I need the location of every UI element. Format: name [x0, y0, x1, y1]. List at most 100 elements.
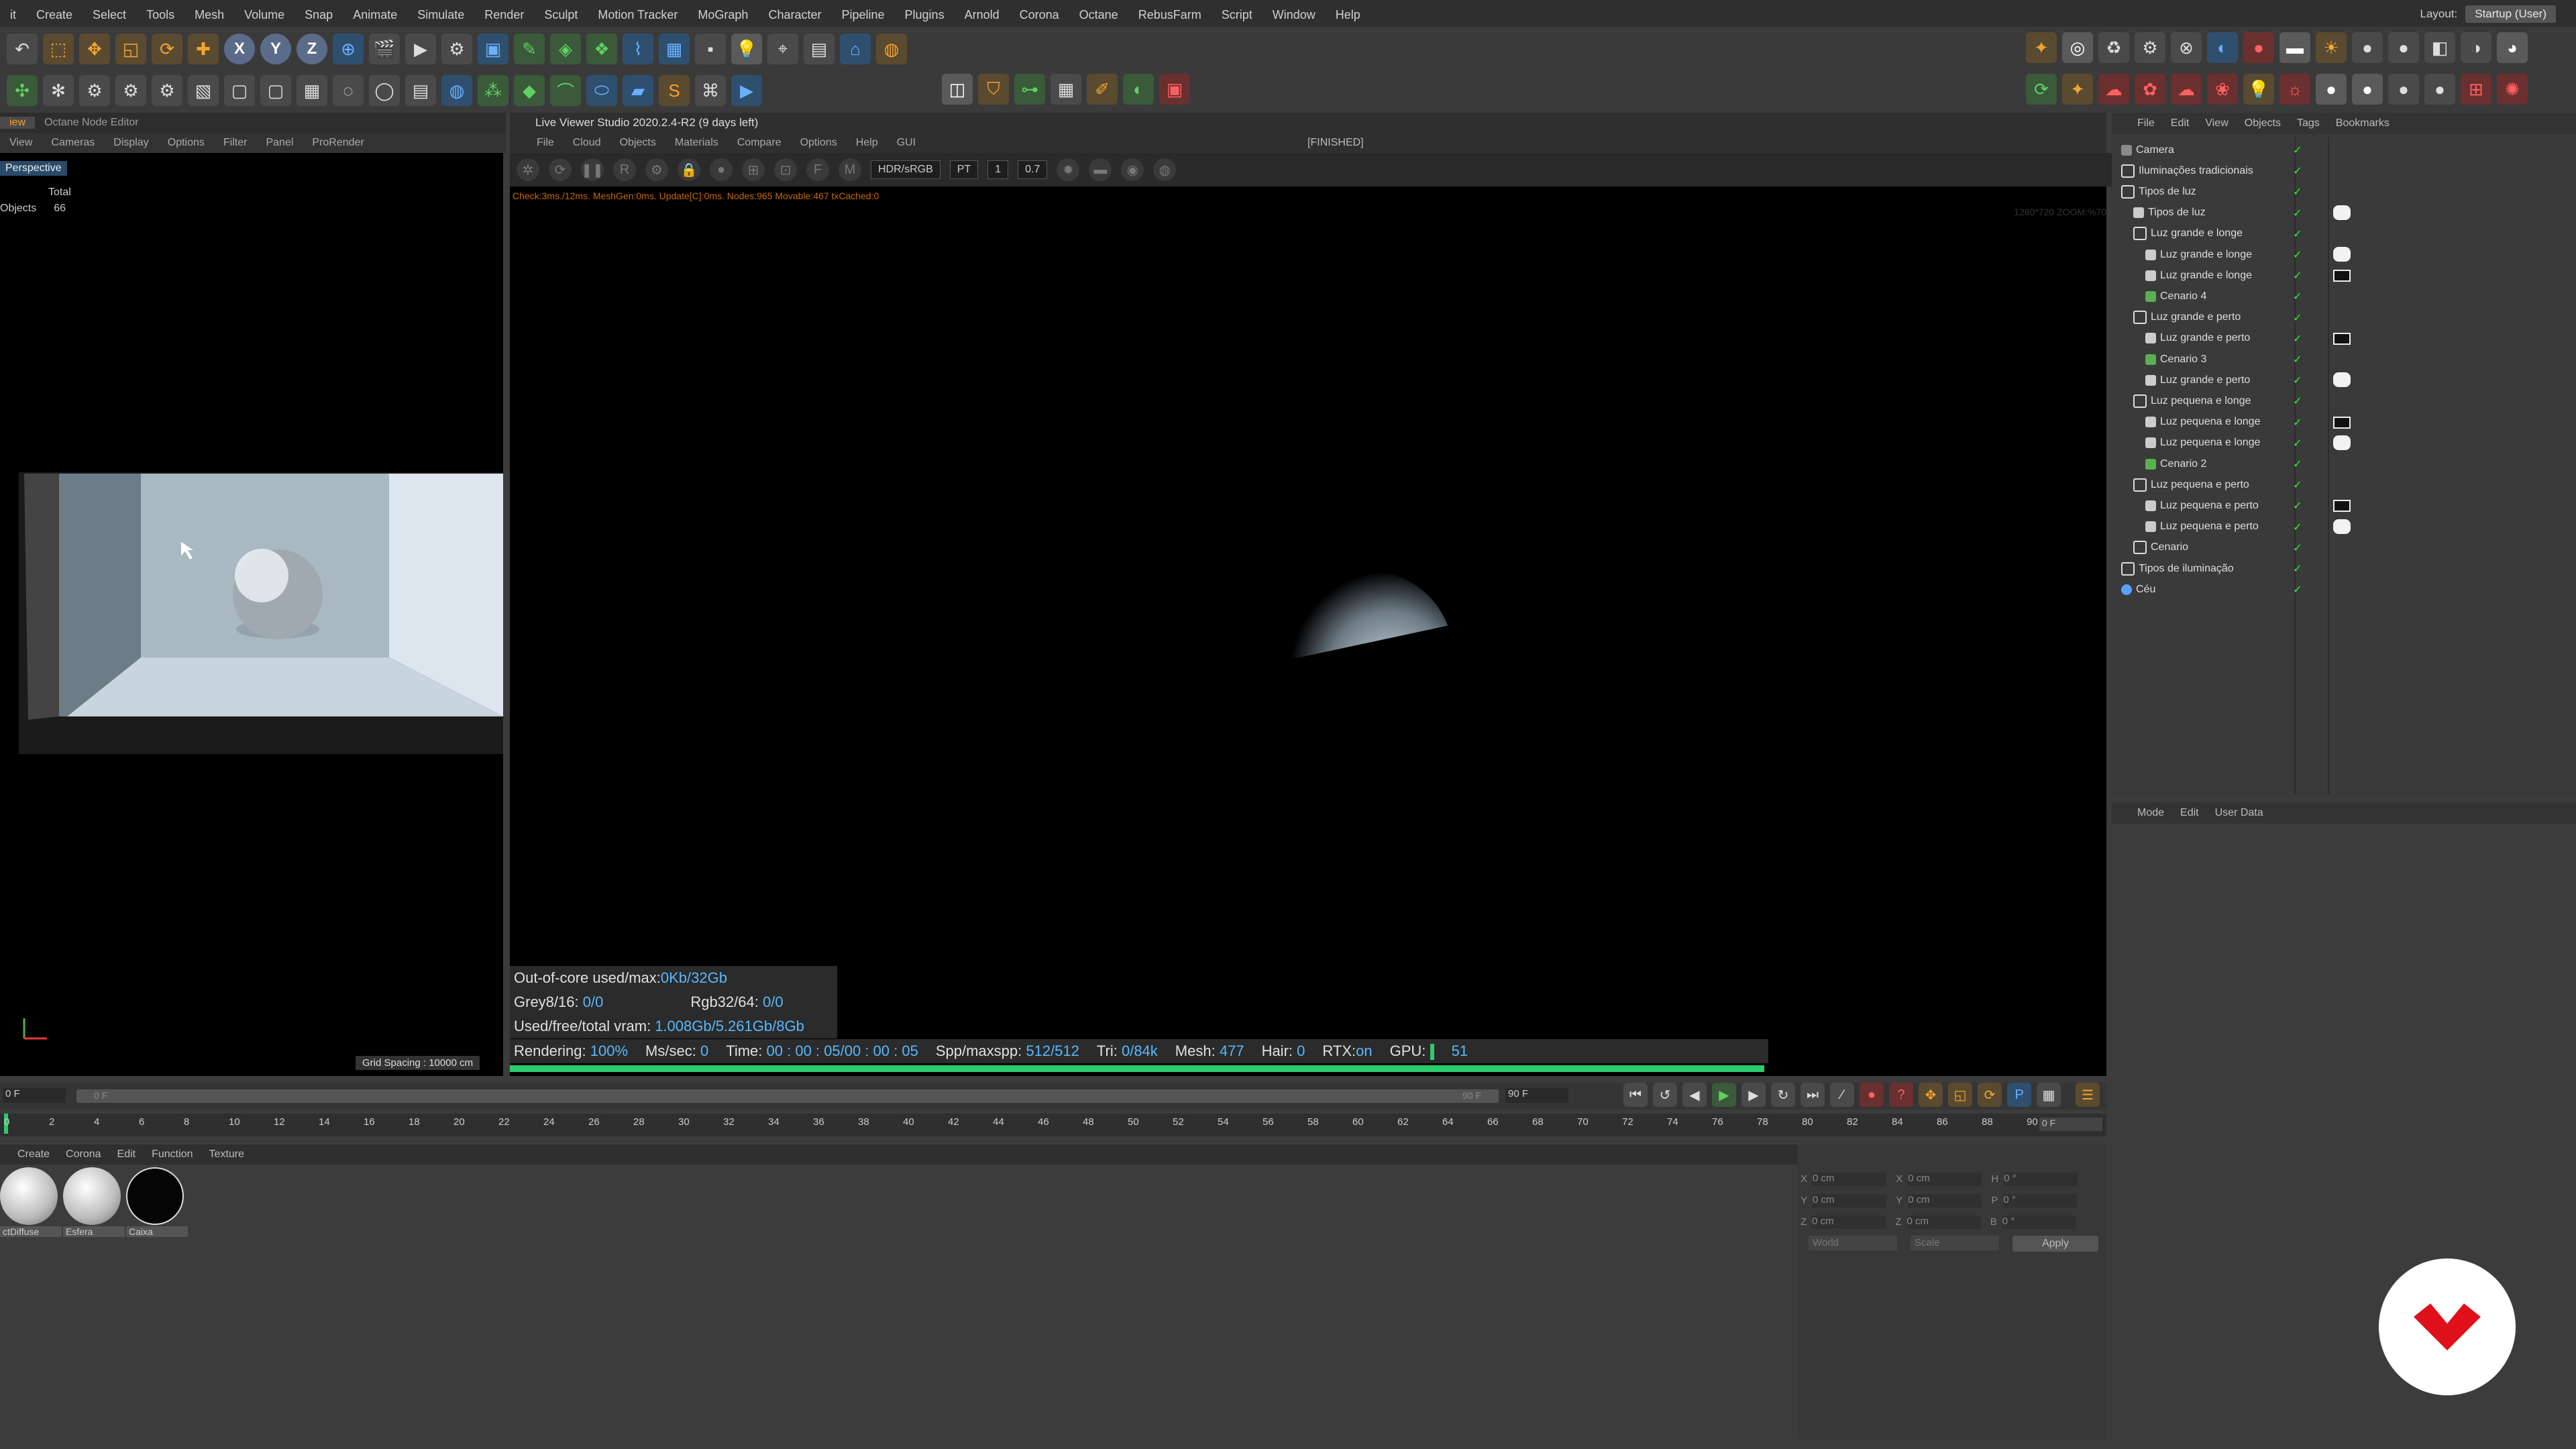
light-tag-icon[interactable]	[2333, 500, 2351, 513]
om-menu-file[interactable]: File	[2112, 117, 2163, 129]
sun-icon[interactable]: ☀	[2316, 32, 2347, 63]
key-scale-icon[interactable]: ◱	[1948, 1083, 1972, 1107]
menu-arnold[interactable]: Arnold	[955, 8, 1010, 22]
object-name[interactable]: Luz grande e longe	[2160, 249, 2252, 261]
glossy-sphere-icon[interactable]: ●	[2388, 32, 2419, 63]
key-move-icon[interactable]: ✥	[1919, 1083, 1943, 1107]
menu-rebusfarm[interactable]: RebusFarm	[1128, 8, 1212, 22]
camera-icon[interactable]: ▪	[695, 34, 726, 64]
material-tag-icon[interactable]	[2333, 247, 2351, 262]
render-settings-icon[interactable]: ⚙	[441, 34, 472, 64]
flower-icon[interactable]: ✿	[2135, 74, 2165, 105]
perspective-viewport[interactable]	[0, 153, 503, 1076]
object-name[interactable]: Cenario 2	[2160, 458, 2206, 470]
autokey-icon[interactable]: ?	[1889, 1083, 1913, 1107]
coord-position-field[interactable]: 0 cm	[1813, 1173, 1887, 1186]
frame-icon[interactable]: ▣	[1159, 74, 1190, 105]
pen-icon[interactable]: ✎	[514, 34, 545, 64]
colorspace-select[interactable]: HDR/sRGB	[871, 160, 941, 179]
start-frame-field[interactable]: 0 F	[3, 1088, 66, 1103]
end-frame-field[interactable]: 90 F	[1505, 1088, 1568, 1103]
menu-animate[interactable]: Animate	[343, 8, 407, 22]
refresh-icon[interactable]: ⟳	[2026, 74, 2057, 105]
menu-volume[interactable]: Volume	[234, 8, 294, 22]
model-mode-icon[interactable]: ⚙	[79, 75, 110, 106]
grey-ball-icon[interactable]: ●	[2352, 74, 2383, 105]
checker-icon[interactable]: ◧	[2424, 32, 2455, 63]
network-icon[interactable]: ⊞	[2461, 74, 2491, 105]
menu-create[interactable]: Create	[26, 8, 83, 22]
next-key-icon[interactable]: ↻	[1771, 1083, 1795, 1107]
dark-ball-icon[interactable]: ●	[2388, 74, 2419, 105]
ribbon-icon[interactable]: ▰	[623, 75, 653, 106]
coord-rotation-field[interactable]: 0 °	[2003, 1194, 2078, 1208]
region-icon[interactable]: ⊞	[742, 158, 765, 181]
spline-tool-icon[interactable]: ⌒	[550, 75, 581, 106]
object-name[interactable]: Tipos de iluminação	[2139, 563, 2234, 575]
prev-frame-icon[interactable]: ◀	[1682, 1083, 1707, 1107]
restart-icon[interactable]: ⟳	[549, 158, 572, 181]
om-menu-edit[interactable]: Edit	[2163, 117, 2198, 129]
lv-menu-objects[interactable]: Objects	[610, 137, 665, 149]
menu-item[interactable]: it	[0, 8, 26, 22]
split-view-icon[interactable]: ◫	[942, 74, 973, 105]
object-name[interactable]: Iluminações tradicionais	[2139, 165, 2253, 177]
sun2-icon[interactable]: ☼	[2279, 74, 2310, 105]
key-rotate-icon[interactable]: ⟳	[1978, 1083, 2002, 1107]
menu-snap[interactable]: Snap	[294, 8, 343, 22]
tab-view[interactable]: iew	[0, 117, 36, 129]
group-icon[interactable]: ❀	[2207, 74, 2238, 105]
visibility-check-icon[interactable]: ✓	[2293, 311, 2302, 325]
menu-corona[interactable]: Corona	[1010, 8, 1069, 22]
psd-icon[interactable]: ▤	[804, 34, 835, 64]
mat-menu-function[interactable]: Function	[144, 1148, 201, 1161]
lv-menu-compare[interactable]: Compare	[728, 137, 791, 149]
visibility-check-icon[interactable]: ✓	[2293, 416, 2302, 429]
z-axis-icon[interactable]: Z	[297, 34, 327, 64]
soft-select-icon[interactable]: ◯	[369, 75, 400, 106]
black-ball-icon[interactable]: ●	[2424, 74, 2455, 105]
rotate-icon[interactable]: ⟳	[152, 34, 182, 64]
object-name[interactable]: Cenario 4	[2160, 290, 2206, 303]
undo-icon[interactable]: ↶	[7, 34, 38, 64]
add-icon[interactable]: ✚	[188, 34, 219, 64]
object-row[interactable]: Cenario	[2112, 537, 2576, 558]
coord-size-field[interactable]: 0 cm	[1908, 1194, 1982, 1208]
half-circle-icon[interactable]: ◐	[2207, 32, 2238, 63]
object-row[interactable]: Céu	[2112, 579, 2576, 600]
menu-character[interactable]: Character	[758, 8, 831, 22]
cube-icon[interactable]: ▣	[478, 34, 508, 64]
recycle-icon[interactable]: ♻	[2098, 32, 2129, 63]
s-plugin-icon[interactable]: S	[659, 75, 690, 106]
uv-mode-icon[interactable]: ▢	[260, 75, 291, 106]
object-name[interactable]: Luz pequena e longe	[2160, 416, 2260, 428]
prev-key-icon[interactable]: ↺	[1653, 1083, 1677, 1107]
object-name[interactable]: Luz pequena e perto	[2151, 479, 2249, 491]
render-r-icon[interactable]: R	[613, 158, 636, 181]
viewport-menu-prorender[interactable]: ProRender	[303, 137, 373, 149]
node-icon[interactable]: ⊗	[2171, 32, 2202, 63]
coord-mode-select[interactable]: World	[1809, 1236, 1897, 1250]
light-tag-icon[interactable]	[2333, 332, 2351, 345]
tag-icon[interactable]: ⌖	[767, 34, 798, 64]
menu-tools[interactable]: Tools	[136, 8, 184, 22]
object-name[interactable]: Luz pequena e longe	[2160, 437, 2260, 449]
object-name[interactable]: Luz pequena e longe	[2151, 395, 2251, 407]
snapshot-icon[interactable]: ◉	[1121, 158, 1144, 181]
visibility-check-icon[interactable]: ✓	[2293, 521, 2302, 534]
go-end-icon[interactable]: ⏭	[1801, 1083, 1825, 1107]
bulb-icon[interactable]: 💡	[2243, 74, 2274, 105]
hair-icon[interactable]: ✺	[2497, 74, 2528, 105]
nodes-icon[interactable]: ⊶	[1014, 74, 1045, 105]
viewport-camera-name[interactable]: Perspective	[0, 161, 67, 176]
menu-mograph[interactable]: MoGraph	[688, 8, 758, 22]
material-swatch[interactable]: Esfera	[63, 1167, 125, 1237]
visibility-check-icon[interactable]: ✓	[2293, 394, 2302, 408]
layout-value[interactable]: Startup (User)	[2465, 5, 2556, 23]
visibility-check-icon[interactable]: ✓	[2293, 207, 2302, 220]
om-menu-bookmarks[interactable]: Bookmarks	[2328, 117, 2398, 129]
om-menu-objects[interactable]: Objects	[2237, 117, 2289, 129]
move-icon[interactable]: ✥	[79, 34, 110, 64]
lv-menu-help[interactable]: Help	[847, 137, 888, 149]
visibility-check-icon[interactable]: ✓	[2293, 332, 2302, 345]
